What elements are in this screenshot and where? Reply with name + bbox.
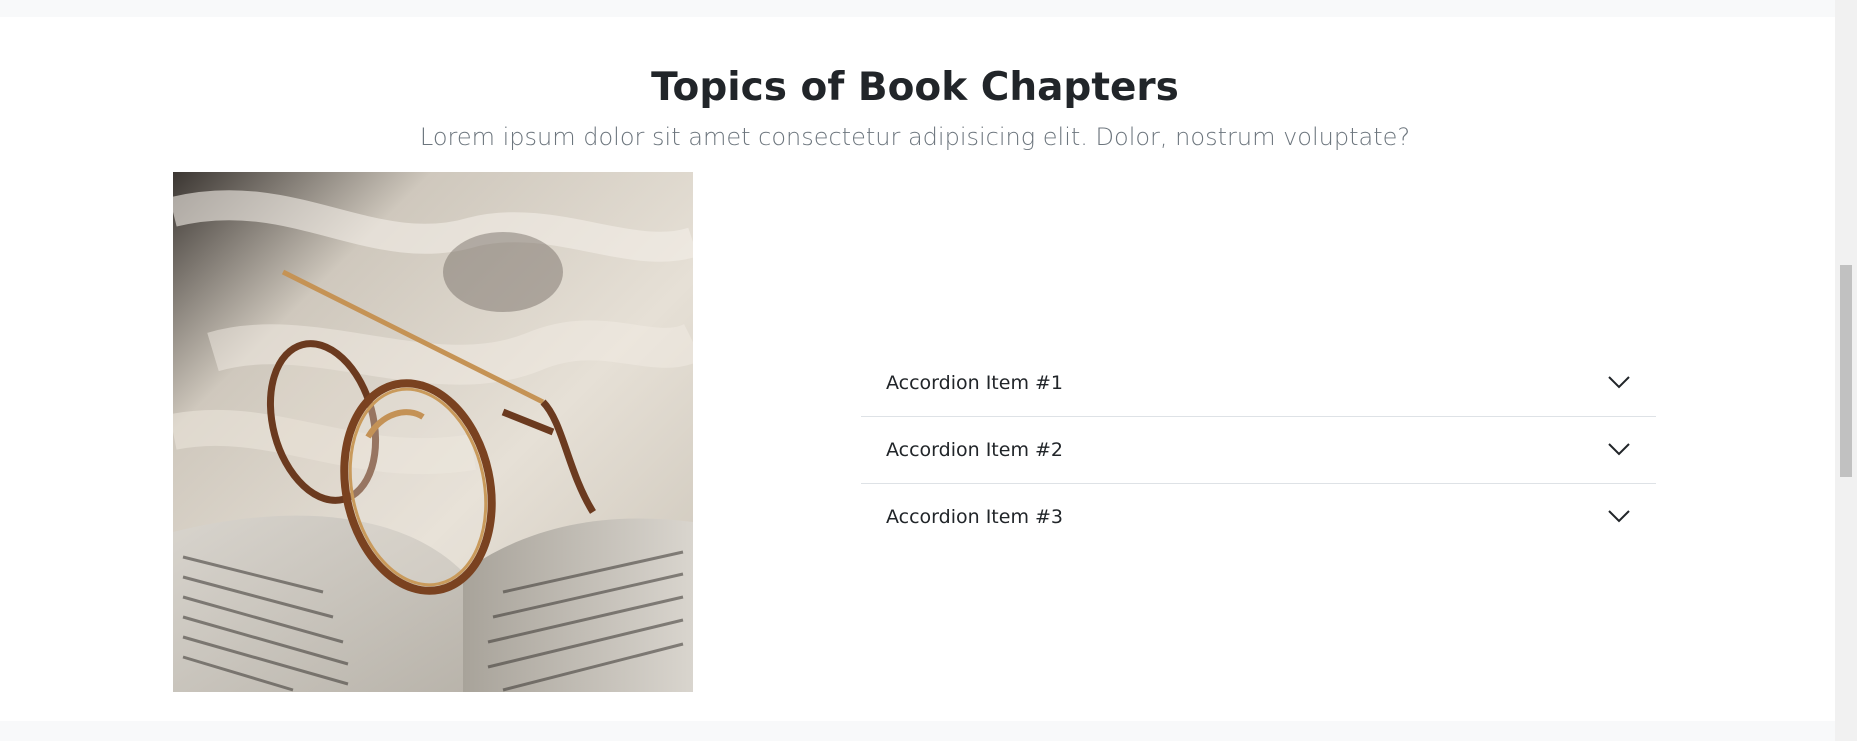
scrollbar-thumb[interactable] bbox=[1840, 265, 1852, 477]
chevron-down-icon[interactable] bbox=[1607, 372, 1631, 392]
accordion-item-label: Accordion Item #1 bbox=[886, 372, 1064, 394]
chevron-down-icon[interactable] bbox=[1607, 506, 1631, 526]
accordion-item-1[interactable]: Accordion Item #1 bbox=[861, 350, 1656, 417]
book-glasses-photo bbox=[173, 172, 693, 692]
page-scrollbar[interactable] bbox=[1835, 0, 1857, 741]
accordion-item-3[interactable]: Accordion Item #3 bbox=[861, 484, 1656, 550]
accordion-item-label: Accordion Item #2 bbox=[886, 439, 1064, 461]
photo-illustration bbox=[173, 172, 693, 692]
page: Topics of Book Chapters Lorem ipsum dolo… bbox=[0, 0, 1857, 741]
accordion-item-label: Accordion Item #3 bbox=[886, 506, 1064, 528]
chevron-down-icon[interactable] bbox=[1607, 439, 1631, 459]
book-chapters-section: Topics of Book Chapters Lorem ipsum dolo… bbox=[0, 17, 1835, 721]
chapters-accordion: Accordion Item #1 Accordion Item #2 Acco… bbox=[861, 350, 1656, 550]
section-title: Topics of Book Chapters bbox=[651, 65, 1179, 110]
accordion-item-2[interactable]: Accordion Item #2 bbox=[861, 417, 1656, 484]
section-subtitle: Lorem ipsum dolor sit amet consectetur a… bbox=[419, 123, 1411, 151]
